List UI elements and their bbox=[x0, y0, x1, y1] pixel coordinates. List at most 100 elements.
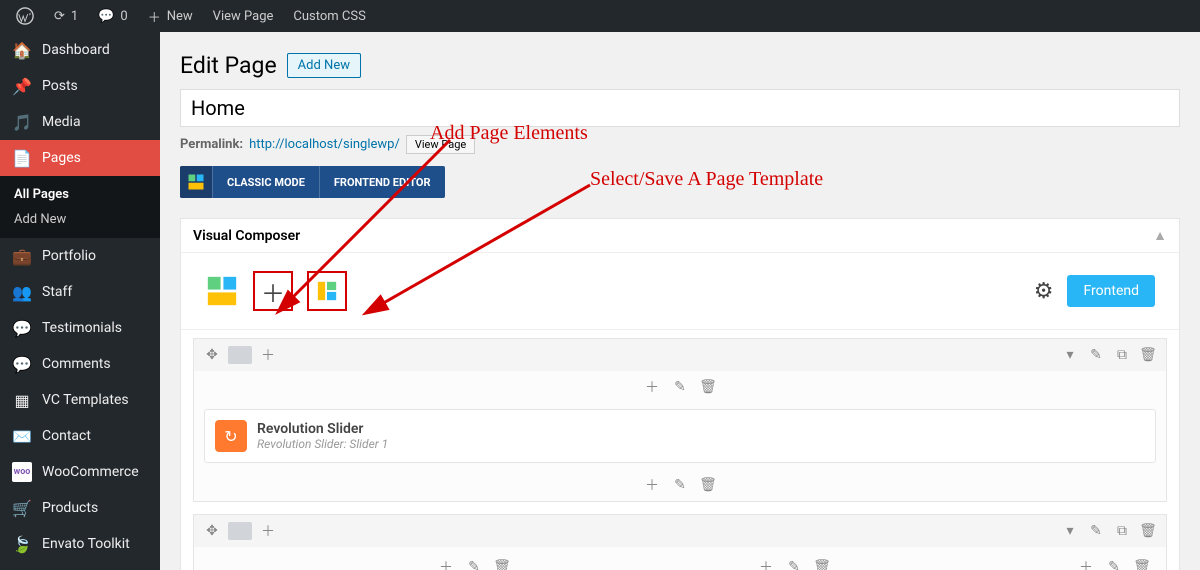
page-icon: 📄 bbox=[12, 148, 32, 168]
edit-row-button[interactable]: ✎ bbox=[1084, 343, 1108, 367]
frontend-button[interactable]: Frontend bbox=[1067, 275, 1155, 307]
add-new-page-button[interactable]: Add New bbox=[287, 53, 361, 78]
media-icon: 🎵 bbox=[12, 112, 32, 132]
vc-panel-title: Visual Composer bbox=[193, 228, 300, 244]
sidebar-item-posts[interactable]: 📌 Posts bbox=[0, 68, 160, 104]
vc-row: ✥ ＋ ▾ ✎ ⧉ 🗑 ＋ ✎ 🗑 bbox=[193, 338, 1167, 502]
vc-toolbar: ＋ ⚙ Frontend bbox=[181, 253, 1179, 330]
edit-row-button[interactable]: ✎ bbox=[1084, 519, 1108, 543]
column-controls: ＋ ✎ 🗑 bbox=[194, 371, 1166, 403]
users-icon: 👥 bbox=[12, 282, 32, 302]
col-delete-button[interactable]: 🗑 bbox=[696, 375, 720, 399]
comment-icon: 💬 bbox=[98, 9, 114, 24]
portfolio-icon: 💼 bbox=[12, 246, 32, 266]
comments-link[interactable]: 💬 0 bbox=[90, 0, 136, 32]
col-delete-button[interactable]: 🗑 bbox=[490, 555, 514, 570]
sidebar-item-envato[interactable]: 🍃 Envato Toolkit bbox=[0, 526, 160, 562]
add-element-button[interactable]: ＋ bbox=[253, 271, 293, 311]
row-toggle-button[interactable]: ▾ bbox=[1058, 519, 1082, 543]
submenu-all-pages[interactable]: All Pages bbox=[0, 182, 160, 207]
leaf-icon: 🍃 bbox=[12, 534, 32, 554]
templates-button[interactable] bbox=[307, 271, 347, 311]
sidebar-item-contact[interactable]: ✉️ Contact bbox=[0, 418, 160, 454]
element-subtitle: Revolution Slider: Slider 1 bbox=[257, 437, 388, 451]
updates-count: 1 bbox=[71, 9, 78, 24]
sidebar-item-pages[interactable]: 📄 Pages bbox=[0, 140, 160, 176]
template-icon bbox=[316, 280, 338, 302]
col-add-button[interactable]: ＋ bbox=[754, 555, 778, 570]
delete-row-button[interactable]: 🗑 bbox=[1136, 519, 1160, 543]
row-toggle-button[interactable]: ▾ bbox=[1058, 343, 1082, 367]
woo-icon: woo bbox=[12, 462, 32, 482]
settings-button[interactable]: ⚙ bbox=[1034, 279, 1054, 304]
permalink-url[interactable]: http://localhost/singlewp/ bbox=[249, 137, 400, 152]
custom-css-link[interactable]: Custom CSS bbox=[285, 0, 373, 32]
element-revolution-slider[interactable]: ↻ Revolution Slider Revolution Slider: S… bbox=[204, 409, 1156, 463]
cart-icon: 🛒 bbox=[12, 498, 32, 518]
frontend-editor-button[interactable]: FRONTEND EDITOR bbox=[319, 166, 445, 198]
main-content: Edit Page Add New Permalink: http://loca… bbox=[160, 32, 1200, 570]
comments-count: 0 bbox=[120, 9, 127, 24]
sidebar-item-portfolio[interactable]: 💼 Portfolio bbox=[0, 238, 160, 274]
vc-row: ✥ ＋ ▾ ✎ ⧉ 🗑 ＋ ✎ bbox=[193, 514, 1167, 570]
col-edit-button[interactable]: ✎ bbox=[1102, 555, 1126, 570]
page-heading: Edit Page bbox=[180, 52, 277, 79]
clone-row-button[interactable]: ⧉ bbox=[1110, 343, 1134, 367]
delete-row-button[interactable]: 🗑 bbox=[1136, 343, 1160, 367]
panel-toggle-icon[interactable]: ▲ bbox=[1153, 227, 1167, 244]
gear-icon: ⚙ bbox=[1034, 279, 1054, 304]
new-label: New bbox=[167, 9, 193, 24]
col-edit-button[interactable]: ✎ bbox=[462, 555, 486, 570]
sidebar-item-dashboard[interactable]: 🏠 Dashboard bbox=[0, 32, 160, 68]
page-heading-row: Edit Page Add New bbox=[180, 52, 1180, 79]
col-add-button[interactable]: ＋ bbox=[434, 555, 458, 570]
quote-icon: 💬 bbox=[12, 318, 32, 338]
col-add-button[interactable]: ＋ bbox=[640, 375, 664, 399]
vc-brand-icon bbox=[205, 274, 239, 308]
col-add-button[interactable]: ＋ bbox=[1074, 555, 1098, 570]
page-title-input[interactable] bbox=[180, 89, 1180, 127]
col-delete-button[interactable]: 🗑 bbox=[810, 555, 834, 570]
sidebar-item-media[interactable]: 🎵 Media bbox=[0, 104, 160, 140]
add-column-button[interactable]: ＋ bbox=[256, 343, 280, 367]
rev-slider-icon: ↻ bbox=[215, 420, 247, 452]
add-column-button[interactable]: ＋ bbox=[256, 519, 280, 543]
permalink-label: Permalink: bbox=[180, 137, 243, 152]
clone-row-button[interactable]: ⧉ bbox=[1110, 519, 1134, 543]
sidebar-item-staff[interactable]: 👥 Staff bbox=[0, 274, 160, 310]
submenu-add-new[interactable]: Add New bbox=[0, 207, 160, 232]
col-add-button[interactable]: ＋ bbox=[640, 473, 664, 497]
new-content-link[interactable]: ＋ New bbox=[140, 0, 201, 32]
wp-logo[interactable] bbox=[8, 0, 42, 32]
col-delete-button[interactable]: 🗑 bbox=[696, 473, 720, 497]
mail-icon: ✉️ bbox=[12, 426, 32, 446]
sidebar-item-woocommerce[interactable]: woo WooCommerce bbox=[0, 454, 160, 490]
column-controls: ＋ ✎ 🗑 bbox=[194, 469, 1166, 501]
element-title: Revolution Slider bbox=[257, 421, 388, 437]
view-page-button[interactable]: View Page bbox=[406, 135, 475, 154]
updates-link[interactable]: ⟳ 1 bbox=[46, 0, 86, 32]
refresh-icon: ⟳ bbox=[54, 9, 65, 24]
sidebar-item-testimonials[interactable]: 💬 Testimonials bbox=[0, 310, 160, 346]
sidebar-item-comments[interactable]: 💬 Comments bbox=[0, 346, 160, 382]
col-edit-button[interactable]: ✎ bbox=[668, 375, 692, 399]
col-edit-button[interactable]: ✎ bbox=[782, 555, 806, 570]
plus-icon: ＋ bbox=[148, 7, 161, 26]
drag-handle-icon[interactable]: ✥ bbox=[200, 343, 224, 367]
permalink-row: Permalink: http://localhost/singlewp/ Vi… bbox=[180, 135, 1180, 154]
visual-composer-panel: Visual Composer ▲ ＋ ⚙ Frontend bbox=[180, 218, 1180, 570]
template-icon: ▦ bbox=[12, 390, 32, 410]
drag-handle-icon[interactable]: ✥ bbox=[200, 519, 224, 543]
classic-mode-button[interactable]: CLASSIC MODE bbox=[212, 166, 319, 198]
vc-canvas: ✥ ＋ ▾ ✎ ⧉ 🗑 ＋ ✎ 🗑 bbox=[181, 330, 1179, 570]
view-page-link[interactable]: View Page bbox=[205, 0, 282, 32]
sidebar-item-vc-templates[interactable]: ▦ VC Templates bbox=[0, 382, 160, 418]
vc-logo-icon bbox=[180, 166, 212, 198]
sidebar-item-products[interactable]: 🛒 Products bbox=[0, 490, 160, 526]
col-delete-button[interactable]: 🗑 bbox=[1130, 555, 1154, 570]
comment-icon: 💬 bbox=[12, 354, 32, 374]
admin-sidebar: 🏠 Dashboard 📌 Posts 🎵 Media 📄 Pages All … bbox=[0, 32, 160, 570]
col-edit-button[interactable]: ✎ bbox=[668, 473, 692, 497]
row-layout-button[interactable] bbox=[228, 346, 252, 364]
row-layout-button[interactable] bbox=[228, 522, 252, 540]
